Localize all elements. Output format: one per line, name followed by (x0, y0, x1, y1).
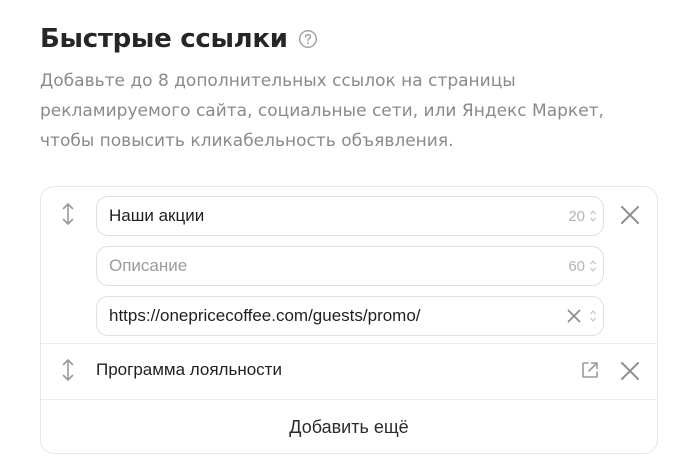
section-description: Добавьте до 8 дополнительных ссылок на с… (40, 71, 604, 151)
section-header: Быстрые ссылки (40, 22, 318, 56)
link-url-input[interactable] (97, 297, 565, 335)
close-icon (621, 362, 639, 380)
title-char-counter: 20 (568, 207, 585, 225)
link-title-input[interactable] (97, 197, 569, 235)
link-title-label[interactable]: Программа лояльности (96, 359, 282, 381)
link-url-field[interactable] (96, 296, 604, 336)
external-link-icon[interactable] (578, 358, 602, 382)
spinner-arrows-icon (589, 257, 597, 275)
clear-icon[interactable] (565, 307, 583, 325)
description-char-counter: 60 (568, 257, 585, 275)
drag-handle-icon[interactable] (58, 356, 78, 384)
quick-links-card: 20 60 Программа лояльности (40, 186, 658, 454)
add-more-button[interactable]: Добавить ещё (41, 400, 657, 454)
link-title-field[interactable]: 20 (96, 196, 604, 236)
link-description-field[interactable]: 60 (96, 246, 604, 286)
spinner-arrows-icon (589, 207, 597, 225)
remove-link-button[interactable] (618, 359, 642, 383)
close-icon (621, 206, 639, 224)
link-description-input[interactable] (97, 247, 569, 285)
divider (41, 343, 657, 344)
spinner-arrows-icon (589, 307, 597, 325)
help-icon[interactable] (298, 29, 318, 49)
page-title: Быстрые ссылки (40, 24, 288, 54)
drag-handle-icon[interactable] (58, 200, 78, 228)
remove-link-button[interactable] (618, 203, 642, 227)
